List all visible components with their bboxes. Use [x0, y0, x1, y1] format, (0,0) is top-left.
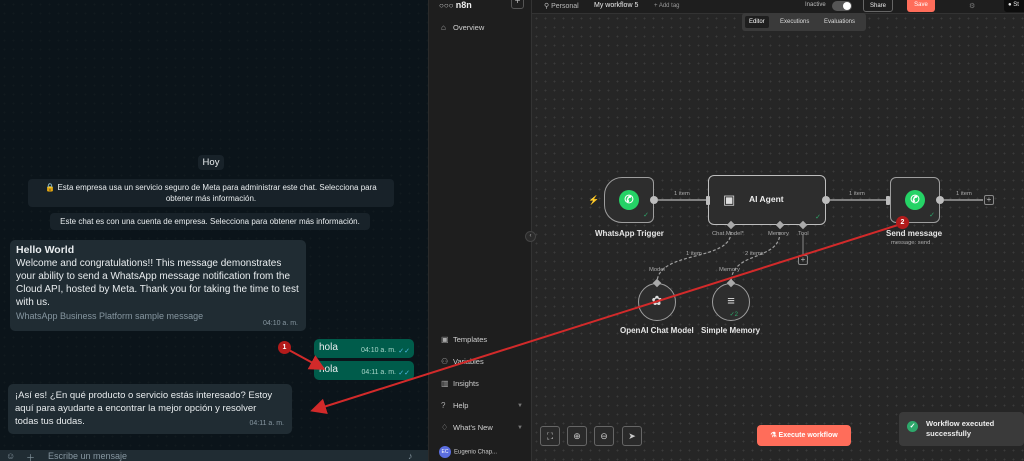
port-label-tool: Tool [798, 231, 809, 237]
success-check-icon: ✓ [643, 212, 649, 219]
node-ai-agent[interactable]: ▣ AI Agent ✓ [708, 175, 826, 225]
annotation-marker-2: 2 [896, 216, 909, 229]
screen: Hoy 🔒 Esta empresa usa un servicio segur… [0, 0, 1024, 461]
port-label-model: Model [649, 267, 665, 273]
node-label-trigger: WhatsApp Trigger [595, 229, 664, 238]
trigger-bolt-icon: ⚡ [588, 195, 600, 205]
fullscreen-icon: ⛶ [546, 431, 554, 441]
whatsapp-icon: ✆ [905, 190, 925, 210]
node-whatsapp-trigger[interactable]: ✆ ✓ [604, 177, 654, 223]
node-label-send: Send message [886, 229, 943, 238]
output-port[interactable] [650, 196, 658, 204]
node-title: AI Agent [749, 194, 784, 204]
edge-model [656, 231, 732, 284]
add-node-button[interactable]: + [984, 195, 994, 205]
tab-executions[interactable]: Executions [776, 16, 813, 28]
add-tool-button[interactable]: + [798, 255, 808, 265]
node-simple-memory[interactable]: ≡ ✓2 [712, 283, 750, 321]
port-label-memory-in: Memory [719, 267, 740, 273]
success-toast[interactable]: ✓ Workflow executed successfully [899, 412, 1024, 446]
whatsapp-icon: ✆ [619, 190, 639, 210]
toast-text: Workflow executed successfully [926, 419, 995, 438]
node-subtitle-send: message: send [891, 240, 931, 246]
check-circle-icon: ✓ [907, 421, 918, 432]
cursor-icon: ➤ [628, 431, 636, 441]
database-icon: ≡ [727, 293, 735, 308]
edge-label: 1 item [849, 191, 865, 197]
edge-label: 2 items [745, 251, 764, 257]
output-port[interactable] [822, 196, 830, 204]
edge-memory [730, 231, 781, 284]
tab-editor[interactable]: Editor [745, 16, 769, 28]
edge-label: 1 item [674, 191, 690, 197]
input-port[interactable] [706, 196, 710, 205]
tab-evaluations[interactable]: Evaluations [820, 16, 859, 28]
openai-icon: ✿ [651, 293, 663, 308]
pointer-tool-button[interactable]: ➤ [622, 426, 642, 446]
annotation-marker-1: 1 [278, 341, 291, 354]
execute-label: Execute workflow [778, 432, 838, 439]
fit-view-button[interactable]: ⛶ [540, 426, 560, 446]
success-check-icon: ✓ [929, 212, 935, 219]
success-check-icon: ✓ [815, 214, 821, 221]
node-send-message[interactable]: ✆ ✓ [890, 177, 940, 223]
memory-count: ✓2 [729, 312, 738, 318]
edge-label: 1 item [956, 191, 972, 197]
port-label-chat-model: Chat Model* [712, 231, 744, 237]
flask-icon: ⚗ [770, 432, 777, 439]
robot-icon: ▣ [723, 192, 736, 207]
zoom-in-button[interactable]: ⊕ [567, 426, 587, 446]
output-port[interactable] [936, 196, 944, 204]
node-label-memory: Simple Memory [701, 326, 761, 335]
execute-workflow-button[interactable]: ⚗ Execute workflow [757, 425, 851, 446]
zoom-out-icon: ⊖ [600, 431, 608, 441]
input-port[interactable] [886, 196, 890, 205]
port-label-memory: Memory [768, 231, 789, 237]
zoom-in-icon: ⊕ [573, 431, 581, 441]
zoom-out-button[interactable]: ⊖ [594, 426, 614, 446]
node-openai-chat-model[interactable]: ✿ [638, 283, 676, 321]
collapse-sidebar-button[interactable]: ‹ [525, 231, 536, 242]
connection-lines [656, 199, 983, 284]
view-tabs: Editor Executions Evaluations [742, 13, 866, 31]
edge-label: 1 item [686, 251, 702, 257]
node-label-openai: OpenAI Chat Model [620, 326, 694, 335]
